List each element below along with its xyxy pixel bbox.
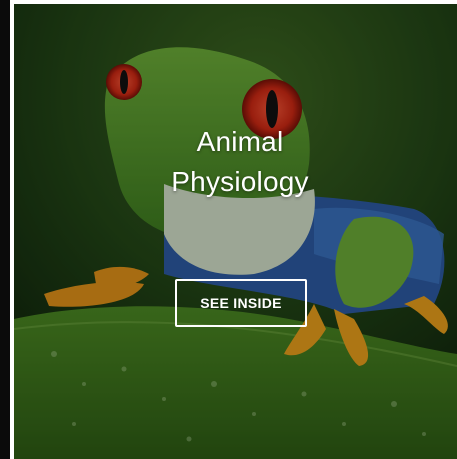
card-title-line-1: Animal <box>196 126 284 157</box>
card-title: Animal Physiology <box>110 122 370 202</box>
image-dim-overlay <box>14 4 457 459</box>
card-title-line-2: Physiology <box>171 166 309 197</box>
left-border <box>0 0 10 459</box>
subject-card[interactable]: Animal Physiology SEE INSIDE <box>14 4 457 459</box>
see-inside-button[interactable]: SEE INSIDE <box>175 279 307 327</box>
page-frame: Animal Physiology SEE INSIDE <box>0 0 457 459</box>
